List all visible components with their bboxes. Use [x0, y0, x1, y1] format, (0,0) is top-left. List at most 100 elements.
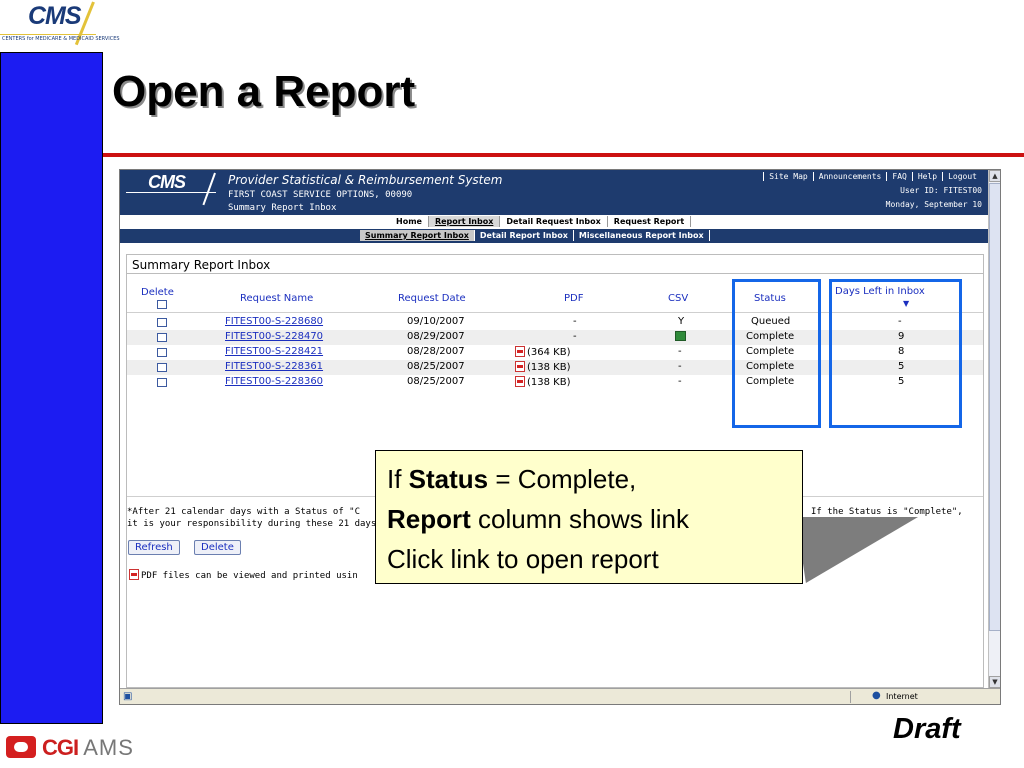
request-name-link[interactable]: FITEST00-S-228470 [225, 331, 323, 342]
cgi-logo-text: CGI AMS [42, 735, 134, 760]
col-request-name[interactable]: Request Name [240, 293, 313, 304]
select-all-checkbox[interactable] [157, 300, 167, 309]
csv-cell: - [678, 361, 682, 372]
pdf-file-icon[interactable] [515, 346, 525, 357]
top-links: Site Map Announcements FAQ Help Logout [763, 172, 982, 181]
csv-cell: - [678, 346, 682, 357]
csv-cell: - [678, 376, 682, 387]
pdf-download-link[interactable]: (138 KB) [515, 376, 571, 388]
col-request-date[interactable]: Request Date [398, 293, 466, 304]
scroll-up-icon[interactable]: ▲ [989, 170, 1000, 182]
col-delete: Delete [141, 287, 174, 298]
request-name-link[interactable]: FITEST00-S-228421 [225, 346, 323, 357]
refresh-button[interactable]: Refresh [128, 540, 180, 555]
subtab-summary-report-inbox[interactable]: Summary Report Inbox [360, 230, 475, 241]
cgi-ams-logo: CGI AMS [6, 732, 136, 764]
main-tabs: Home Report Inbox Detail Request Inbox R… [390, 216, 692, 227]
instruction-callout: If Status = Complete, Report column show… [375, 450, 803, 584]
tab-request-report[interactable]: Request Report [608, 216, 692, 227]
request-date: 08/25/2007 [407, 376, 465, 387]
vertical-scrollbar[interactable]: ▲ ▼ [988, 170, 1000, 688]
app-header: CMS Provider Statistical & Reimbursement… [120, 170, 988, 215]
col-csv: CSV [668, 293, 689, 304]
request-date: 08/29/2007 [407, 331, 465, 342]
org-line: FIRST COAST SERVICE OPTIONS, 00090 [228, 190, 413, 200]
row-delete-checkbox[interactable] [157, 363, 167, 372]
draft-label: Draft [893, 713, 961, 745]
status-column-highlight [732, 279, 821, 428]
pdf-size[interactable]: (138 KB) [527, 362, 571, 373]
row-delete-checkbox[interactable] [157, 348, 167, 357]
days-left-column-highlight [829, 279, 962, 428]
slide-title: Open a Report [112, 67, 416, 116]
request-name-link[interactable]: FITEST00-S-228360 [225, 376, 323, 387]
cms-logo: CMS CENTERS for MEDICARE & MEDICAID SERV… [0, 0, 120, 52]
cgi-logo-mark [6, 736, 36, 758]
app-logo-slash [202, 172, 216, 206]
browser-status-bar: ▣ ● Internet [120, 688, 1000, 704]
row-delete-checkbox[interactable] [157, 333, 167, 342]
page-icon: ▣ [123, 691, 133, 702]
title-divider [103, 153, 1024, 157]
cms-logo-subtext: CENTERS for MEDICARE & MEDICAID SERVICES [2, 36, 120, 42]
request-name-link[interactable]: FITEST00-S-228680 [225, 316, 323, 327]
tab-detail-request-inbox[interactable]: Detail Request Inbox [500, 216, 608, 227]
request-date: 08/28/2007 [407, 346, 465, 357]
security-zone: Internet [886, 692, 918, 701]
link-announcements[interactable]: Announcements [812, 172, 887, 181]
tab-home[interactable]: Home [390, 216, 429, 227]
pdf-cell: - [573, 316, 577, 327]
pdf-note: PDF files can be viewed and printed usin [129, 569, 358, 581]
panel-title: Summary Report Inbox [132, 258, 271, 272]
link-site-map[interactable]: Site Map [763, 172, 813, 181]
footnote-line-1: *After 21 calendar days with a Status of… [127, 507, 360, 517]
scroll-thumb[interactable] [989, 183, 1000, 631]
subtab-detail-report-inbox[interactable]: Detail Report Inbox [475, 230, 574, 241]
pdf-download-link[interactable]: (138 KB) [515, 361, 571, 373]
request-date: 09/10/2007 [407, 316, 465, 327]
request-date: 08/25/2007 [407, 361, 465, 372]
pdf-size[interactable]: (138 KB) [527, 377, 571, 388]
pdf-file-icon[interactable] [515, 361, 525, 372]
pdf-note-text: PDF files can be viewed and printed usin [141, 571, 358, 581]
delete-button[interactable]: Delete [194, 540, 241, 555]
cms-logo-text: CMS [28, 2, 82, 30]
footnote-line-1-right: If the Status is "Complete", [811, 507, 963, 517]
left-blue-bar [0, 52, 103, 724]
tab-report-inbox[interactable]: Report Inbox [428, 216, 501, 227]
callout-line-1: If Status = Complete, [387, 464, 637, 494]
page-label: Summary Report Inbox [228, 203, 337, 213]
scroll-down-icon[interactable]: ▼ [989, 676, 1000, 688]
pdf-file-icon[interactable] [515, 376, 525, 387]
browser-window: CMS Provider Statistical & Reimbursement… [119, 169, 1001, 705]
globe-icon: ● [872, 690, 881, 701]
user-id: User ID: FITEST00 [900, 186, 982, 195]
system-name: Provider Statistical & Reimbursement Sys… [228, 173, 503, 187]
link-faq[interactable]: FAQ [886, 172, 911, 181]
csv-download-link[interactable] [675, 331, 686, 342]
callout-report-word: Report [387, 504, 471, 534]
pdf-cell: - [573, 331, 577, 342]
link-help[interactable]: Help [911, 172, 942, 181]
callout-line-3: Click link to open report [387, 544, 659, 574]
col-pdf: PDF [564, 293, 584, 304]
app-logo[interactable]: CMS [148, 172, 186, 193]
link-logout[interactable]: Logout [942, 172, 982, 181]
pdf-size[interactable]: (364 KB) [527, 347, 571, 358]
pdf-download-link[interactable]: (364 KB) [515, 346, 571, 358]
csv-file-icon[interactable] [675, 331, 686, 341]
current-date: Monday, September 10 [885, 200, 982, 209]
app-logo-rule [126, 192, 216, 193]
pdf-icon [129, 569, 139, 580]
request-name-link[interactable]: FITEST00-S-228361 [225, 361, 323, 372]
row-delete-checkbox[interactable] [157, 378, 167, 387]
panel-title-rule [127, 273, 983, 274]
sub-nav: Summary Report Inbox Detail Report Inbox… [120, 229, 988, 243]
callout-line-2: Report column shows link [387, 504, 689, 534]
csv-cell: Y [678, 316, 685, 327]
status-separator [850, 691, 851, 703]
footnote-line-2: it is your responsibility during these 2… [127, 519, 377, 529]
row-delete-checkbox[interactable] [157, 318, 167, 327]
callout-status-word: Status [408, 464, 489, 494]
subtab-miscellaneous-report-inbox[interactable]: Miscellaneous Report Inbox [574, 230, 710, 241]
